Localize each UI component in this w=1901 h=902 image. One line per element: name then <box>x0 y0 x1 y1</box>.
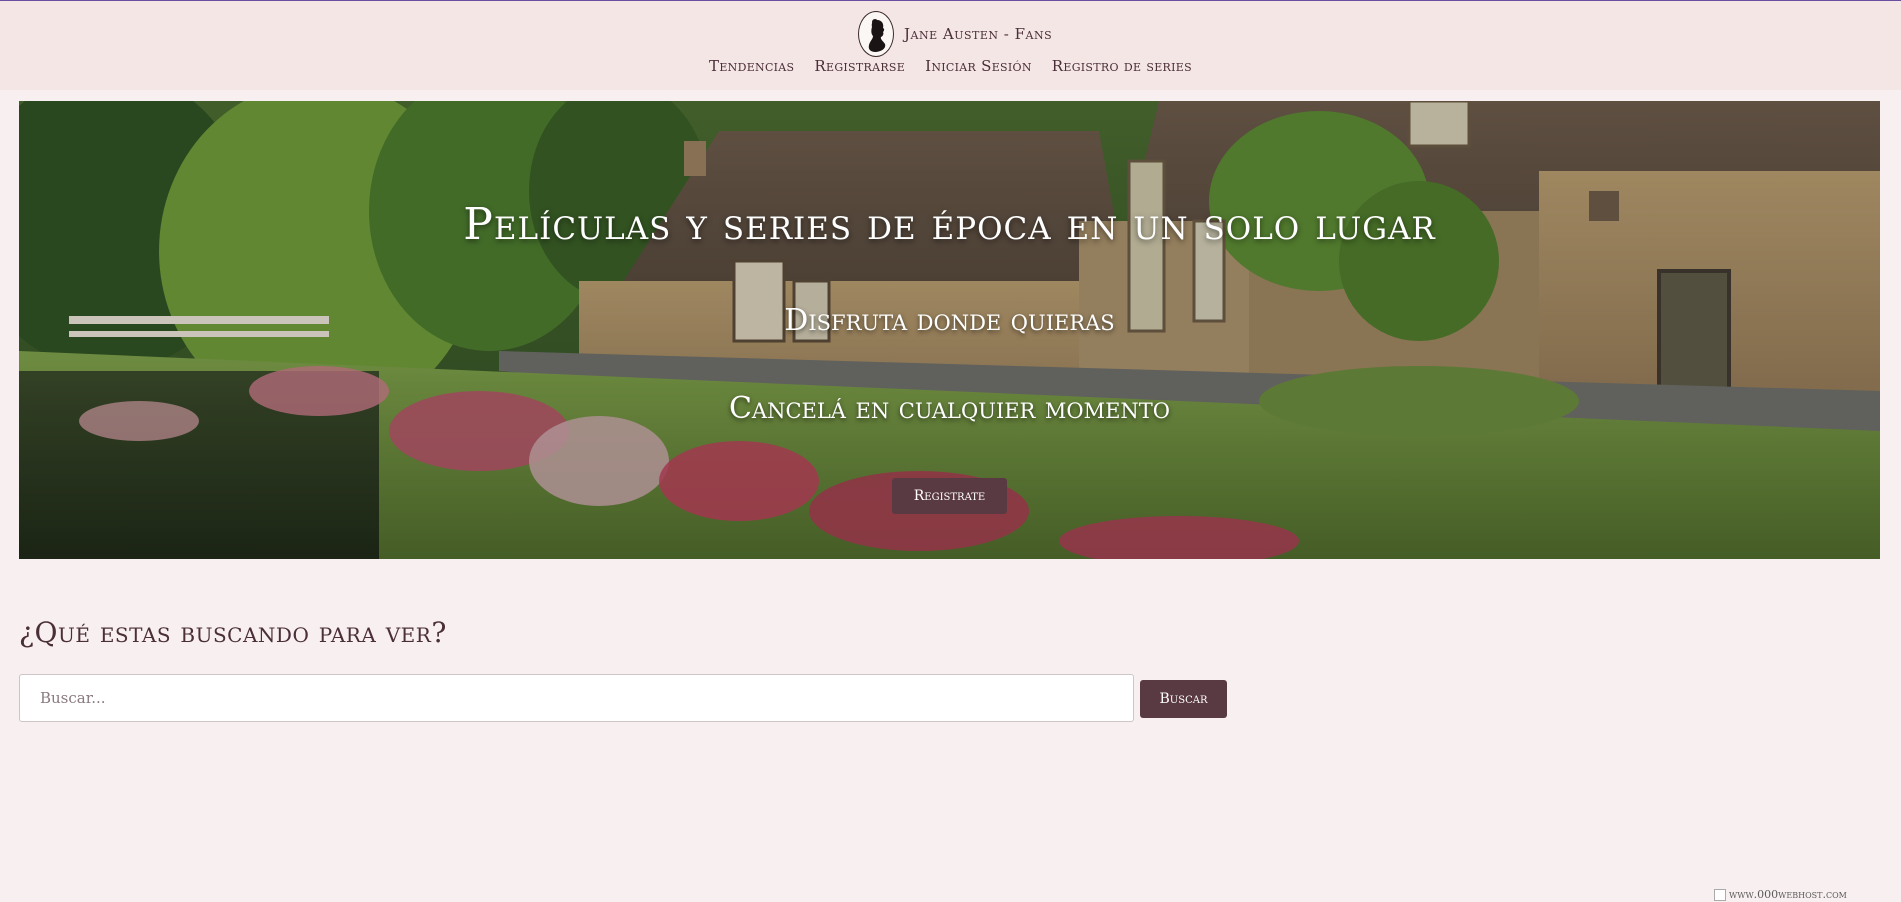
search-heading: ¿Qué estas buscando para ver? <box>19 616 447 649</box>
hero-title: Películas y series de época en un solo l… <box>463 199 1436 250</box>
search-input[interactable] <box>19 674 1134 722</box>
hero-banner: Películas y series de época en un solo l… <box>19 101 1880 559</box>
broken-image-icon <box>1714 889 1726 901</box>
hero-subtitle-cancel: Cancelá en cualquier momento <box>728 391 1171 426</box>
nav-link-tendencias[interactable]: Tendencias <box>709 57 794 75</box>
nav-link-registrarse[interactable]: Registrarse <box>814 57 905 75</box>
hero-subtitle-enjoy: Disfruta donde quieras <box>784 303 1115 338</box>
brand[interactable]: Jane Austen - Fans <box>858 11 1052 57</box>
brand-name: Jane Austen - Fans <box>904 25 1053 43</box>
search-button[interactable]: Buscar <box>1140 680 1227 718</box>
silhouette-portrait-icon <box>858 11 894 57</box>
host-badge[interactable]: www.000webhost.com <box>1714 889 1847 902</box>
nav-link-registro-series[interactable]: Registro de series <box>1052 57 1192 75</box>
main-nav: Tendencias Registrarse Iniciar Sesión Re… <box>0 57 1901 75</box>
register-button[interactable]: Registrate <box>892 478 1007 514</box>
host-badge-text: www.000webhost.com <box>1729 888 1847 901</box>
nav-link-iniciar-sesion[interactable]: Iniciar Sesión <box>925 57 1032 75</box>
site-header: Jane Austen - Fans Tendencias Registrars… <box>0 1 1901 90</box>
